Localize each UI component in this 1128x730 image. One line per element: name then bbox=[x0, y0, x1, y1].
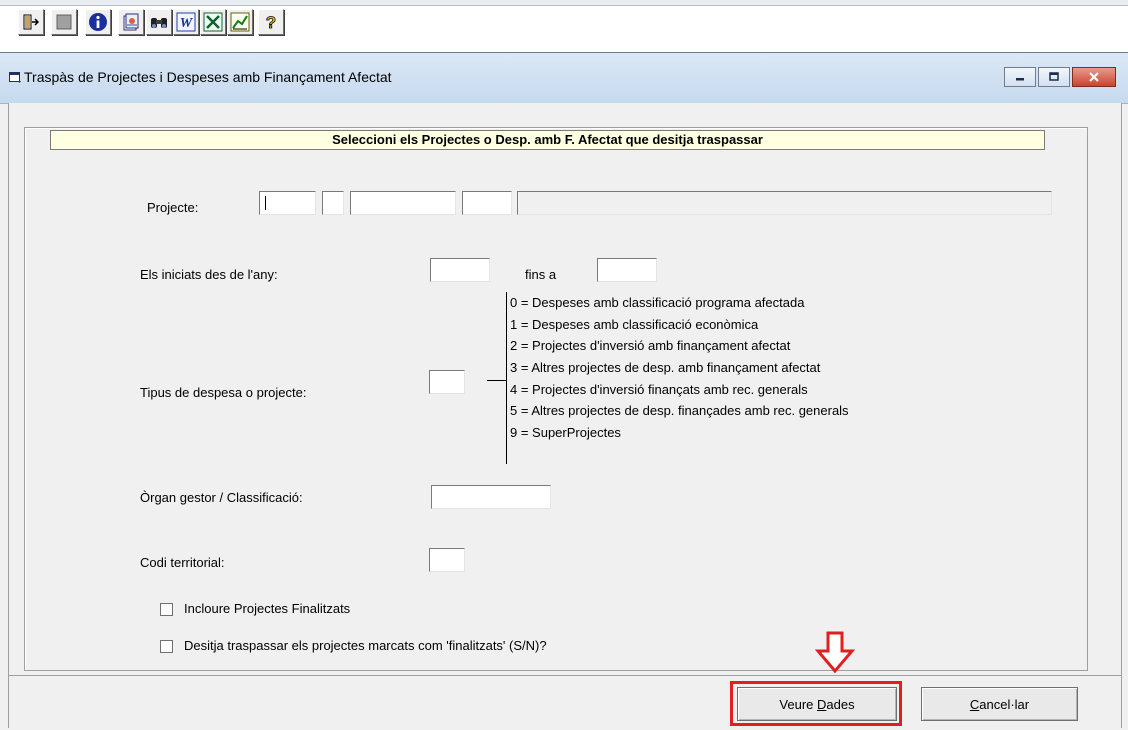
svg-text:W: W bbox=[180, 16, 194, 31]
tipus-option: 0 = Despeses amb classificació programa … bbox=[510, 295, 805, 310]
title-bar: Traspàs de Projectes i Despeses amb Fina… bbox=[0, 53, 1128, 104]
word-icon: W bbox=[176, 12, 196, 32]
any-fins-a-field[interactable] bbox=[597, 258, 657, 282]
tipus-option: 3 = Altres projectes de desp. amb finanç… bbox=[510, 360, 821, 376]
codi-territorial-label: Codi territorial: bbox=[140, 555, 225, 570]
tipus-option: 4 = Projectes d'inversió finançats amb r… bbox=[510, 381, 808, 397]
projecte-label: Projecte: bbox=[147, 200, 199, 215]
text-caret bbox=[265, 196, 266, 210]
close-icon bbox=[1089, 72, 1099, 82]
exit-button[interactable] bbox=[18, 9, 44, 35]
cancel-label: Cancel·lar bbox=[969, 696, 1030, 712]
help-button[interactable]: ? bbox=[258, 9, 284, 35]
organ-gestor-label: Òrgan gestor / Classificació: bbox=[140, 490, 303, 505]
minimize-button[interactable] bbox=[1004, 67, 1036, 87]
window-icon bbox=[9, 72, 21, 83]
tipus-label: Tipus de despesa o projecte: bbox=[140, 385, 307, 400]
chart-button[interactable] bbox=[227, 9, 253, 35]
traspassar-finalitzats-label: Desitja traspassar els projectes marcats… bbox=[184, 638, 547, 653]
down-arrow-icon bbox=[815, 631, 855, 673]
document-button[interactable] bbox=[118, 9, 144, 35]
binoculars-icon bbox=[151, 18, 167, 28]
incloure-finalitzats-checkbox[interactable] bbox=[160, 603, 173, 616]
organ-gestor-field[interactable] bbox=[431, 485, 551, 509]
help-icon: ? bbox=[265, 13, 276, 32]
traspassar-finalitzats-checkbox[interactable] bbox=[160, 640, 173, 653]
excel-button[interactable] bbox=[200, 9, 226, 35]
highlight-box bbox=[730, 681, 902, 726]
document-icon bbox=[123, 13, 139, 31]
exit-icon bbox=[23, 14, 40, 30]
svg-text:?: ? bbox=[266, 13, 276, 32]
bracket-line bbox=[506, 292, 507, 464]
iniciats-label: Els iniciats des de l'any: bbox=[140, 267, 278, 282]
maximize-icon bbox=[1049, 72, 1059, 81]
footer-divider bbox=[8, 675, 1122, 676]
fins-a-label: fins a bbox=[525, 267, 557, 282]
info-icon bbox=[89, 13, 107, 31]
search-button[interactable] bbox=[146, 9, 172, 35]
incloure-finalitzats-label: Incloure Projectes Finalitzats bbox=[184, 601, 351, 616]
window-controls bbox=[1004, 67, 1116, 87]
instruction-banner: Seleccioni els Projectes o Desp. amb F. … bbox=[50, 130, 1045, 150]
projecte-field-3[interactable] bbox=[350, 191, 456, 215]
word-button[interactable]: W bbox=[173, 9, 199, 35]
tipus-option: 9 = SuperProjectes bbox=[510, 425, 621, 441]
bracket-connector bbox=[487, 380, 507, 381]
window-title: Traspàs de Projectes i Despeses amb Fina… bbox=[24, 69, 392, 85]
tipus-options-list: 0 = Despeses amb classificació programa … bbox=[510, 292, 849, 444]
projecte-description-field bbox=[517, 191, 1052, 215]
close-button[interactable] bbox=[1072, 67, 1116, 87]
toolbar: W ? bbox=[0, 6, 1128, 44]
any-des-de-field[interactable] bbox=[430, 258, 490, 282]
cancel-button[interactable]: Cancel·lar bbox=[921, 687, 1078, 721]
stop-icon bbox=[56, 14, 72, 30]
info-button[interactable] bbox=[85, 9, 111, 35]
chart-icon bbox=[230, 12, 250, 32]
maximize-button[interactable] bbox=[1038, 67, 1070, 87]
excel-icon bbox=[203, 12, 223, 32]
minimize-icon bbox=[1016, 78, 1024, 81]
tipus-field[interactable] bbox=[429, 370, 465, 394]
tipus-option: 5 = Altres projectes de desp. finançades… bbox=[510, 403, 849, 419]
projecte-field-1[interactable] bbox=[259, 191, 316, 215]
codi-territorial-field[interactable] bbox=[429, 548, 465, 572]
projecte-field-4[interactable] bbox=[462, 191, 512, 215]
tipus-option: 1 = Despeses amb classificació econòmica bbox=[510, 316, 759, 332]
stop-button[interactable] bbox=[51, 9, 77, 35]
tipus-option: 2 = Projectes d'inversió amb finançament… bbox=[510, 338, 791, 354]
projecte-field-2[interactable] bbox=[322, 191, 344, 215]
